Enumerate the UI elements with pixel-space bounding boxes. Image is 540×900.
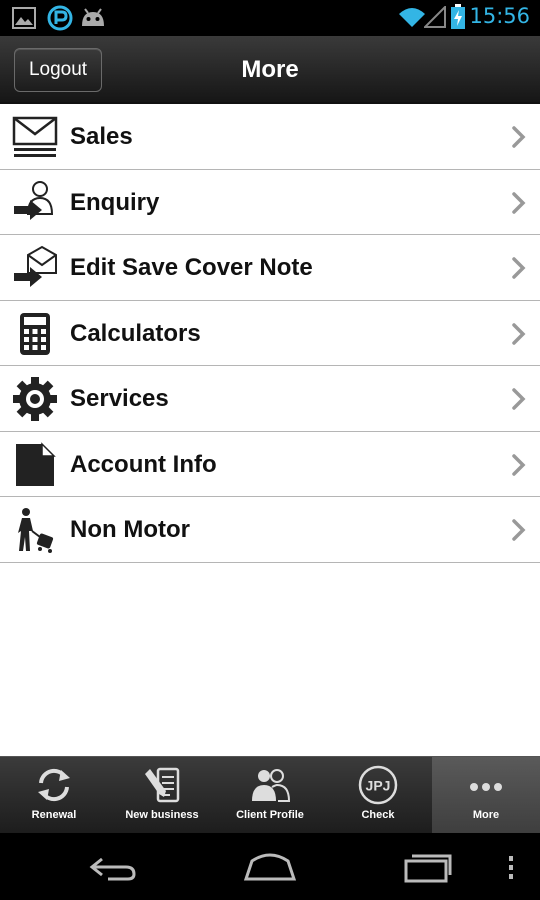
status-time: 15:56 — [469, 4, 530, 28]
tab-renewal[interactable]: Renewal — [0, 757, 108, 834]
menu-item-label: Account Info — [70, 450, 217, 478]
refresh-icon — [38, 768, 70, 802]
menu-item-sales[interactable]: Sales — [0, 104, 540, 170]
tab-more[interactable]: More — [432, 757, 540, 834]
tab-new-business[interactable]: New business — [108, 757, 216, 834]
bottom-tab-bar: Renewal New business Client Profile JPJ … — [0, 756, 540, 834]
menu-item-enquiry[interactable]: Enquiry — [0, 169, 540, 235]
tab-label: Check — [361, 809, 395, 821]
traveler-luggage-icon — [18, 508, 54, 553]
action-bar: More Logout — [0, 36, 540, 104]
users-icon — [252, 769, 290, 802]
menu-item-label: Edit Save Cover Note — [70, 254, 313, 281]
gear-icon — [13, 377, 57, 421]
system-nav-bar — [0, 833, 540, 900]
wifi-icon — [399, 8, 425, 27]
home-icon[interactable] — [242, 851, 298, 881]
tab-label: More — [472, 809, 500, 821]
menu-list: Sales Enquiry Edit Save Cover Note Calcu… — [0, 104, 540, 563]
tab-client-profile[interactable]: Client Profile — [216, 757, 324, 834]
envelope-icon — [12, 116, 58, 157]
overflow-menu-icon[interactable] — [506, 855, 516, 881]
menu-item-account-info[interactable]: Account Info — [0, 431, 540, 497]
menu-item-calculators[interactable]: Calculators — [0, 300, 540, 366]
back-icon[interactable] — [88, 853, 138, 881]
menu-item-label: Non Motor — [70, 516, 190, 543]
menu-item-label: Sales — [70, 123, 133, 150]
menu-item-label: Services — [70, 385, 169, 412]
tab-label: New business — [125, 809, 199, 821]
menu-item-label: Calculators — [70, 319, 201, 347]
chevron-right-icon — [512, 453, 526, 476]
jpj-badge-icon: JPJ — [358, 765, 398, 805]
pen-document-icon — [145, 767, 180, 803]
chevron-right-icon — [512, 191, 526, 214]
chevron-right-icon — [512, 257, 526, 279]
chevron-right-icon — [512, 126, 526, 148]
menu-item-label: Enquiry — [70, 188, 160, 216]
jpj-badge-text: JPJ — [366, 778, 391, 794]
status-bar: 15:56 — [0, 0, 540, 36]
tab-label: Client Profile — [236, 809, 304, 821]
mail-arrow-icon — [14, 245, 57, 287]
menu-item-edit-save-cover-note[interactable]: Edit Save Cover Note — [0, 235, 540, 301]
android-icon — [82, 8, 104, 26]
document-icon — [16, 441, 56, 486]
calculator-icon — [20, 312, 50, 355]
tab-label: Renewal — [31, 809, 77, 821]
battery-charging-icon — [451, 4, 465, 29]
logout-button[interactable]: Logout — [14, 48, 102, 92]
menu-item-services[interactable]: Services — [0, 366, 540, 432]
person-arrow-icon — [14, 180, 54, 220]
chevron-right-icon — [512, 322, 526, 345]
image-icon — [12, 7, 36, 29]
chevron-right-icon — [512, 519, 526, 541]
menu-item-non-motor[interactable]: Non Motor — [0, 497, 540, 563]
sync-app-icon — [47, 5, 73, 31]
recent-apps-icon[interactable] — [402, 851, 454, 883]
signal-icon — [424, 6, 446, 28]
more-dots-icon — [470, 783, 502, 791]
chevron-right-icon — [512, 388, 526, 410]
tab-check[interactable]: JPJ Check — [324, 757, 432, 834]
